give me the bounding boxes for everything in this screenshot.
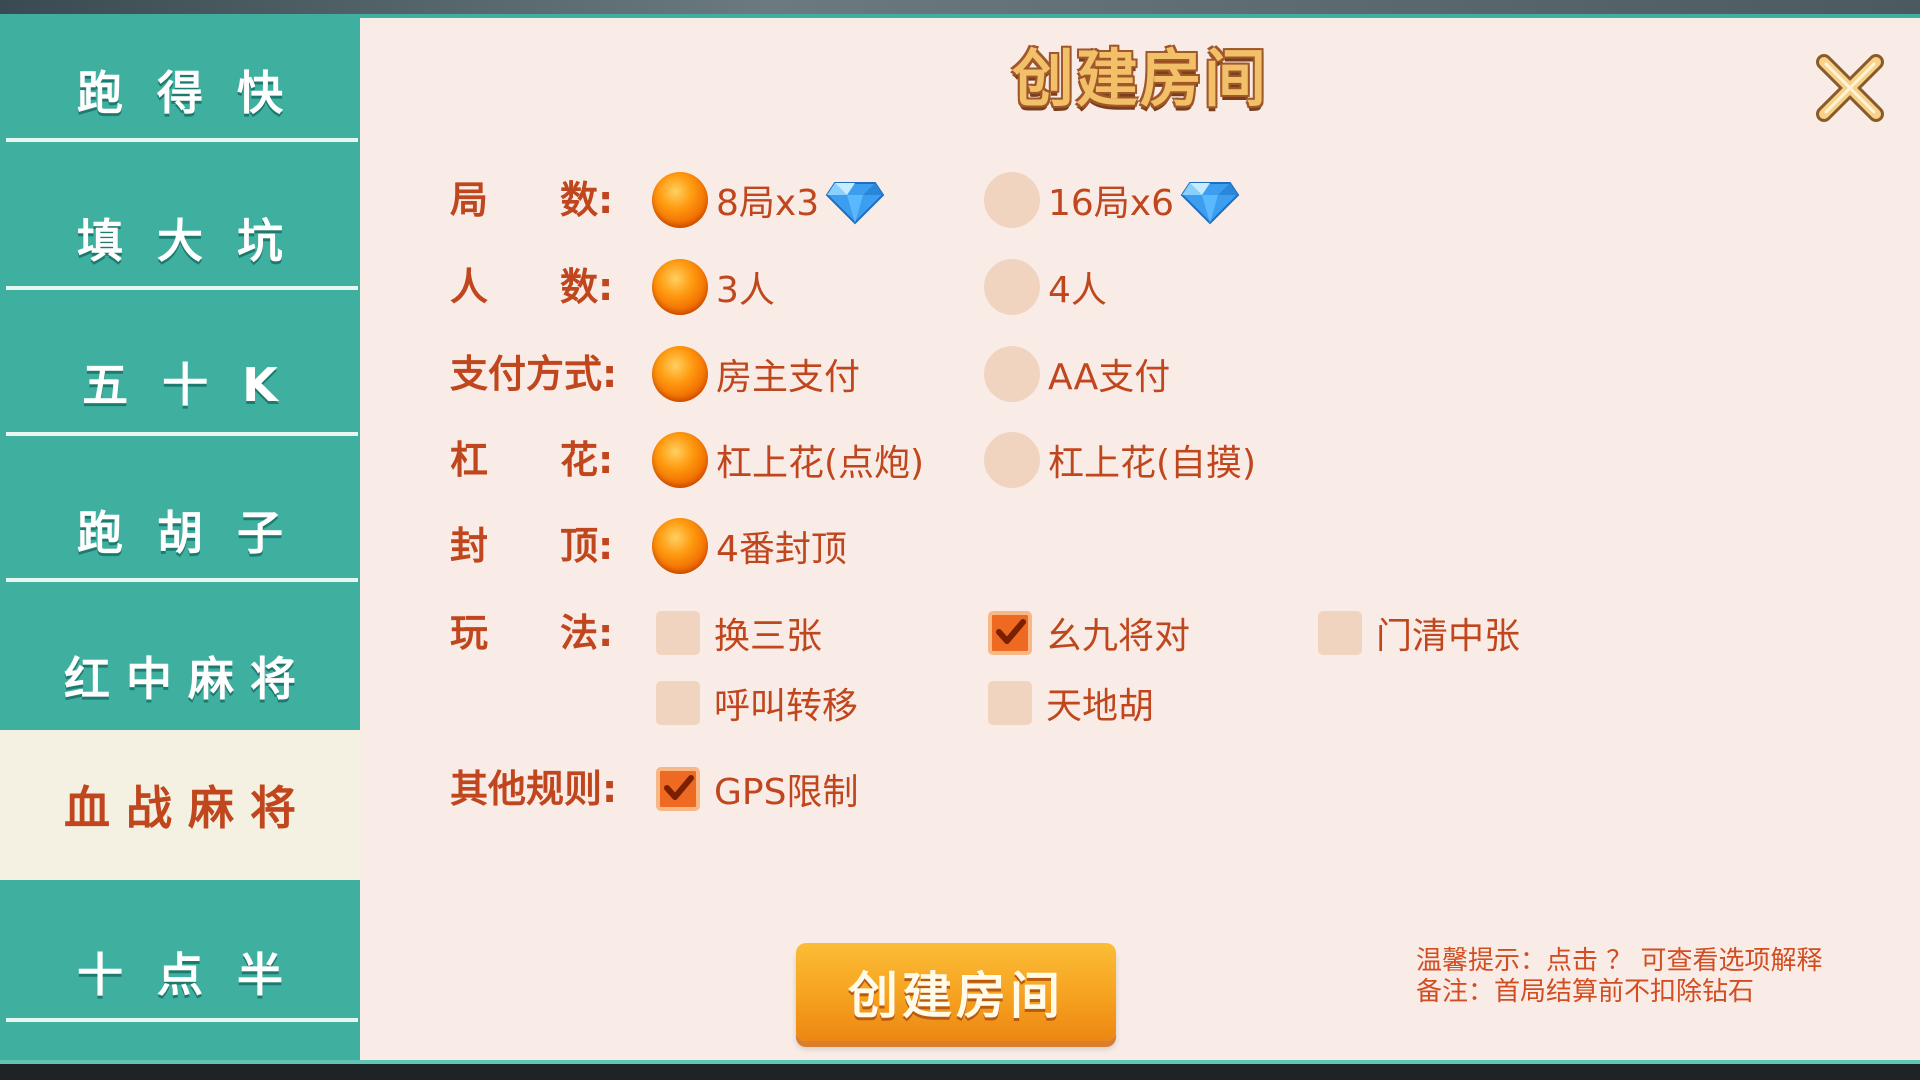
option-label: 4人 xyxy=(1048,270,1107,311)
payment-option-aa[interactable]: AA支付 xyxy=(984,345,1170,403)
sidebar-item-label: 五十K xyxy=(82,358,312,412)
gang-flower-label: 杠 花: xyxy=(450,432,620,488)
sidebar-item-shidianban[interactable]: 十点半 xyxy=(0,900,360,1044)
option-label: 门清中张 xyxy=(1376,616,1521,657)
close-button[interactable] xyxy=(1812,48,1890,126)
gang-flower-label-b: 花: xyxy=(560,438,614,482)
players-label: 人 数: xyxy=(450,259,620,315)
tip-note: 备注：首局结算前不扣除钻石 xyxy=(1416,977,1755,1007)
play-option-hujiaozhuanyi[interactable]: 呼叫转移 xyxy=(652,674,858,732)
radio-unselected xyxy=(984,259,1040,315)
radio-selected xyxy=(652,432,708,488)
sidebar-item-label: 血战麻将 xyxy=(64,781,312,835)
bottom-strip xyxy=(0,1060,1920,1080)
checkmark-icon xyxy=(664,775,694,800)
option-label: 杠上花(自摸) xyxy=(1048,443,1257,484)
option-label: 房主支付 xyxy=(716,357,861,398)
radio-selected xyxy=(652,518,708,574)
sidebar-divider xyxy=(6,1018,358,1022)
play-option-yaojiujiangdui[interactable]: 幺九将对 xyxy=(984,604,1190,662)
rounds-option-8[interactable]: 8局x3 xyxy=(652,171,885,229)
checkbox-checked xyxy=(988,611,1032,655)
play-label-b: 法: xyxy=(560,611,614,655)
players-label-a: 人 xyxy=(450,265,489,309)
option-label: 8局x3 xyxy=(716,183,820,224)
gang-flower-label-a: 杠 xyxy=(450,438,489,482)
rounds-label: 局 数: xyxy=(450,172,620,228)
sidebar-item-label: 十点半 xyxy=(77,948,317,1002)
sidebar-item-label: 跑得快 xyxy=(77,66,317,120)
option-label: 3人 xyxy=(716,270,775,311)
diamond-icon xyxy=(825,182,885,225)
sidebar-item-label: 红中麻将 xyxy=(64,652,312,706)
checkmark-icon xyxy=(996,619,1026,644)
radio-unselected xyxy=(984,432,1040,488)
radio-selected xyxy=(652,259,708,315)
payment-label: 支付方式: xyxy=(450,352,618,396)
sidebar-divider xyxy=(6,432,358,436)
other-option-gps[interactable]: GPS限制 xyxy=(652,760,858,818)
option-label: 4番封顶 xyxy=(716,529,847,570)
sidebar-divider xyxy=(6,138,358,142)
option-label: AA支付 xyxy=(1048,357,1171,398)
cap-label: 封 顶: xyxy=(450,518,620,574)
option-label: 16局x6 xyxy=(1048,183,1175,224)
create-room-panel: 创建房间 局 数: 8局x3 16局x6 人 数: 3人 4人 支付方式: 房主… xyxy=(360,18,1920,1060)
panel-title: 创建房间 xyxy=(1011,42,1268,115)
game-sidebar: 跑得快 填大坑 五十K 跑胡子 红中麻将 血战麻将 十点半 xyxy=(0,18,360,1060)
gang-flower-option-zimo[interactable]: 杠上花(自摸) xyxy=(984,431,1256,489)
checkbox-unchecked xyxy=(656,681,700,725)
cap-label-a: 封 xyxy=(450,524,489,568)
radio-selected xyxy=(652,172,708,228)
sidebar-item-hongzhong-mahjong[interactable]: 红中麻将 xyxy=(0,604,360,748)
close-x-icon xyxy=(1816,54,1884,122)
sidebar-item-xuezhan-mahjong[interactable]: 血战麻将 xyxy=(0,730,360,880)
play-option-huansanzhang[interactable]: 换三张 xyxy=(652,604,822,662)
option-label: GPS限制 xyxy=(714,772,859,813)
sidebar-divider xyxy=(6,578,358,582)
play-option-tiandihu[interactable]: 天地胡 xyxy=(984,674,1154,732)
payment-option-owner[interactable]: 房主支付 xyxy=(652,345,860,403)
play-label-a: 玩 xyxy=(450,611,489,655)
option-label: 呼叫转移 xyxy=(714,686,859,727)
radio-selected xyxy=(652,346,708,402)
sidebar-item-label: 填大坑 xyxy=(77,214,317,268)
checkbox-unchecked xyxy=(1318,611,1362,655)
rounds-label-a: 局 xyxy=(450,178,489,222)
checkbox-unchecked xyxy=(988,681,1032,725)
option-label: 幺九将对 xyxy=(1046,616,1191,657)
cap-label-b: 顶: xyxy=(560,524,614,568)
checkbox-unchecked xyxy=(656,611,700,655)
option-label: 天地胡 xyxy=(1046,686,1155,727)
players-option-4[interactable]: 4人 xyxy=(984,258,1107,316)
gang-flower-option-dianpao[interactable]: 杠上花(点炮) xyxy=(652,431,924,489)
checkbox-checked xyxy=(656,767,700,811)
players-option-3[interactable]: 3人 xyxy=(652,258,775,316)
cap-option-4fan[interactable]: 4番封顶 xyxy=(652,517,847,575)
players-label-b: 数: xyxy=(560,265,614,309)
radio-unselected xyxy=(984,172,1040,228)
sidebar-item-label: 跑胡子 xyxy=(77,506,317,560)
rounds-label-b: 数: xyxy=(560,178,614,222)
play-option-menqingzhongzhang[interactable]: 门清中张 xyxy=(1314,604,1520,662)
diamond-icon xyxy=(1180,182,1240,225)
other-rules-label: 其他规则: xyxy=(450,767,618,811)
option-label: 换三张 xyxy=(714,616,823,657)
play-label: 玩 法: xyxy=(450,605,620,661)
create-room-button[interactable]: 创建房间 xyxy=(796,943,1116,1041)
option-label: 杠上花(点炮) xyxy=(716,443,925,484)
rounds-option-16[interactable]: 16局x6 xyxy=(984,171,1240,229)
radio-unselected xyxy=(984,346,1040,402)
top-strip xyxy=(0,0,1920,18)
sidebar-divider xyxy=(6,286,358,290)
